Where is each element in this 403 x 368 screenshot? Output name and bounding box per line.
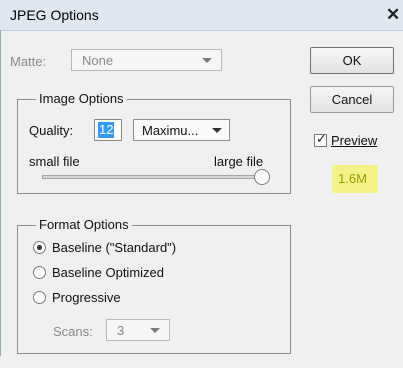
quality-slider-thumb[interactable] <box>254 169 270 185</box>
radio-baseline-optimized[interactable] <box>33 266 46 279</box>
baseline-standard-label[interactable]: Baseline ("Standard") <box>52 240 176 255</box>
baseline-optimized-label[interactable]: Baseline Optimized <box>52 265 164 280</box>
scans-label: Scans: <box>53 324 93 339</box>
small-file-label: small file <box>29 154 80 169</box>
chevron-down-icon <box>212 128 222 133</box>
radio-baseline-standard[interactable] <box>33 241 46 254</box>
file-size-badge: 1.6M <box>332 165 378 193</box>
format-options-group: Format Options Baseline ("Standard") Bas… <box>17 217 291 354</box>
progressive-label[interactable]: Progressive <box>52 290 121 305</box>
matte-label: Matte: <box>10 54 47 69</box>
image-options-legend: Image Options <box>36 91 127 106</box>
format-options-legend: Format Options <box>36 217 132 232</box>
quality-preset-select[interactable]: Maximu... <box>133 119 230 141</box>
quality-slider-track[interactable] <box>42 175 262 179</box>
jpeg-options-dialog: JPEG Options ✕ Matte: None Image Options… <box>0 0 403 368</box>
scans-select[interactable]: 3 <box>106 319 170 341</box>
quality-input[interactable]: 12 <box>94 119 122 141</box>
image-options-group: Image Options Quality: 12 Maximu... smal… <box>17 91 291 194</box>
matte-value: None <box>82 53 114 68</box>
preview-label[interactable]: Preview <box>331 133 377 148</box>
large-file-label: large file <box>214 154 264 169</box>
scans-value: 3 <box>117 323 125 338</box>
chevron-down-icon <box>202 58 212 63</box>
close-icon[interactable]: ✕ <box>386 5 400 25</box>
cancel-button[interactable]: Cancel <box>310 86 394 113</box>
file-size-value: 1.6M <box>338 171 367 186</box>
checkmark-icon: ✓ <box>316 131 327 146</box>
preview-checkbox[interactable]: ✓ <box>314 131 327 147</box>
dialog-title: JPEG Options <box>10 7 99 23</box>
quality-preset-value: Maximu... <box>142 123 199 138</box>
ok-button[interactable]: OK <box>310 47 394 74</box>
radio-progressive[interactable] <box>33 291 46 304</box>
chevron-down-icon <box>150 328 160 333</box>
quality-value: 12 <box>98 122 115 138</box>
window-border <box>0 30 1 368</box>
radio-selected-dot <box>37 245 42 250</box>
title-bar: JPEG Options ✕ <box>0 0 403 31</box>
matte-select[interactable]: None <box>71 49 222 71</box>
quality-label: Quality: <box>29 123 74 138</box>
dialog-bottom-edge <box>0 356 403 368</box>
